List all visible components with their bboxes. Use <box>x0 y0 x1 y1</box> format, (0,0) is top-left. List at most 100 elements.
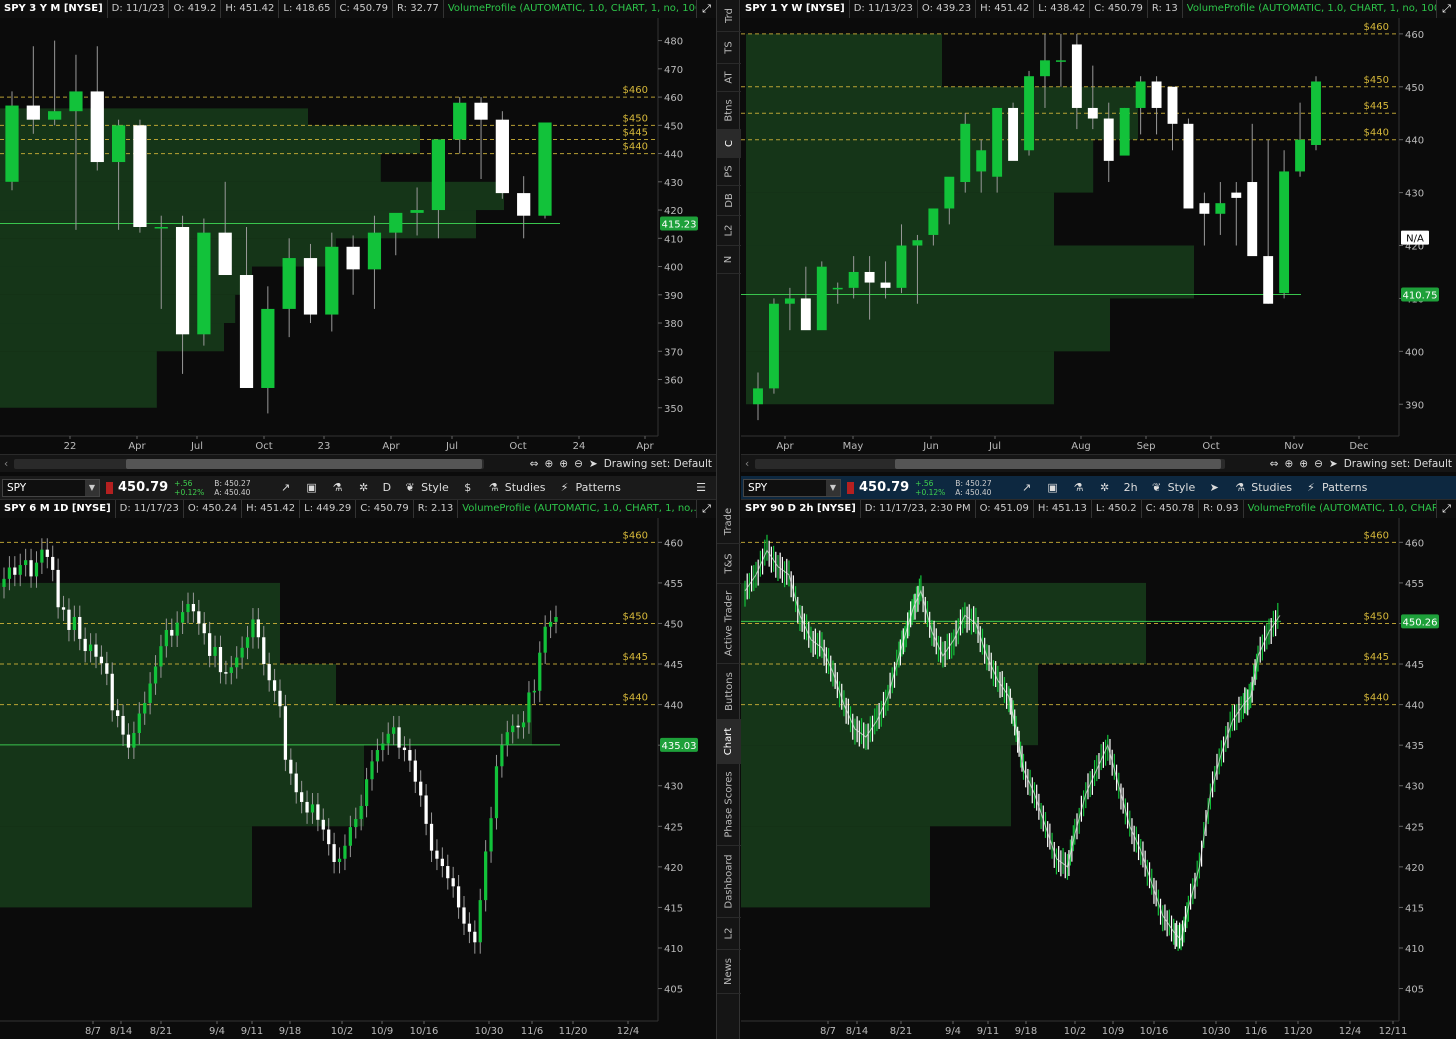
snapshot-button[interactable]: ▣ <box>1046 481 1060 494</box>
bar-high: H: 451.42 <box>221 0 280 18</box>
zoom-in-icon[interactable]: ⊕ <box>559 458 568 470</box>
drawing-set-label[interactable]: Drawing set: Default <box>1344 458 1452 470</box>
share-button[interactable]: ↗ <box>279 481 293 494</box>
flask-button[interactable]: ⚗ <box>1072 481 1086 494</box>
studies-button[interactable]: ⚗ Studies <box>487 481 546 494</box>
x-tick-label: 8/21 <box>890 1026 912 1037</box>
study-label[interactable]: VolumeProfile (AUTOMATIC, 1.0, CHART, 1,… <box>444 0 716 18</box>
side-tab-chart[interactable]: Chart <box>717 720 741 764</box>
chart-symbol-label[interactable]: SPY 1 Y W [NYSE] <box>741 0 850 18</box>
zoom-out-icon[interactable]: ⊖ <box>574 458 583 470</box>
candle-body <box>267 664 271 681</box>
candle-body <box>1183 123 1194 209</box>
pricing-button[interactable]: $ <box>461 481 475 494</box>
side-tab-dashboard[interactable]: Dashboard <box>717 846 741 918</box>
side-tab-trd[interactable]: Trd <box>717 0 741 32</box>
side-tab-l2[interactable]: L2 <box>717 216 741 246</box>
patterns-button[interactable]: ⚡ Patterns <box>1304 481 1367 494</box>
side-tab-c[interactable]: C <box>717 130 741 158</box>
style-button[interactable]: ❦ Style <box>1150 481 1195 494</box>
candle-body <box>132 732 136 748</box>
side-tab-at[interactable]: AT <box>717 64 741 92</box>
bar-low: L: 449.29 <box>300 500 357 518</box>
aggregation-button[interactable]: 2h <box>1124 481 1138 494</box>
y-tick-label: 440 <box>1405 136 1424 147</box>
x-tick-label: Aug <box>1071 441 1091 452</box>
chart-settings-icon[interactable]: ⤢ <box>1436 500 1456 518</box>
side-tab-level2[interactable]: L2 <box>717 918 741 950</box>
y-tick-label: 445 <box>1405 660 1424 671</box>
side-tab-db[interactable]: DB <box>717 186 741 216</box>
cursor-button[interactable]: ➤ <box>1207 481 1221 494</box>
chevron-down-icon[interactable]: ▼ <box>826 479 840 496</box>
crosshair-icon[interactable]: ⊕ <box>1284 458 1293 470</box>
menu-button[interactable]: ☰ <box>694 481 708 494</box>
side-tab-btns[interactable]: Btns <box>717 92 741 130</box>
chart-settings-icon[interactable]: ⤢ <box>1436 0 1456 18</box>
side-tab-ts[interactable]: TS <box>717 32 741 64</box>
aggregation-button[interactable]: D <box>383 481 391 494</box>
cursor-icon[interactable]: ➤ <box>1329 458 1338 470</box>
symbol-input[interactable]: SPY ▼ <box>2 478 100 497</box>
study-label[interactable]: VolumeProfile (AUTOMATIC, 1.0, CHART, 1,… <box>1183 0 1456 18</box>
chart-header: SPY 1 Y W [NYSE] D: 11/13/23 O: 439.23 H… <box>741 0 1456 18</box>
snapshot-button[interactable]: ▣ <box>305 481 319 494</box>
chart-canvas[interactable]: 4054104154204254304354404454504554608/78… <box>0 500 716 1039</box>
scrollbar-thumb[interactable] <box>895 459 1221 469</box>
settings-button[interactable]: ✲ <box>1098 481 1112 494</box>
chart-symbol-label[interactable]: SPY 3 Y M [NYSE] <box>0 0 108 18</box>
crosshair-icon[interactable]: ⊕ <box>544 458 553 470</box>
scroll-left-icon[interactable]: ‹ <box>745 458 749 470</box>
x-tick-label: 10/30 <box>475 1026 504 1037</box>
chart-pane-bottom-right[interactable]: 4054104154204254304354404454504554608/78… <box>741 500 1456 1039</box>
chart-symbol-label[interactable]: SPY 6 M 1D [NYSE] <box>0 500 116 518</box>
chevron-down-icon[interactable]: ▼ <box>85 479 99 496</box>
cursor-icon[interactable]: ➤ <box>589 458 598 470</box>
time-scrollbar[interactable] <box>755 459 1225 469</box>
chart-pane-top-left[interactable]: 350 360 370 380 390 400 410 420 430 440 450 460 470 4… <box>0 0 716 472</box>
settings-button[interactable]: ✲ <box>357 481 371 494</box>
patterns-button[interactable]: ⚡ Patterns <box>558 481 621 494</box>
zoom-in-icon[interactable]: ⊕ <box>1299 458 1308 470</box>
expand-icon[interactable]: ⇔ <box>1270 458 1279 470</box>
chart-canvas[interactable]: 390400410420430440450460AprMayJunJulAugS… <box>741 0 1456 472</box>
chart-pane-top-right[interactable]: 390400410420430440450460AprMayJunJulAugS… <box>741 0 1456 472</box>
share-button[interactable]: ↗ <box>1020 481 1034 494</box>
zoom-out-icon[interactable]: ⊖ <box>1314 458 1323 470</box>
scrollbar-thumb[interactable] <box>126 459 482 469</box>
study-label[interactable]: VolumeProfile (AUTOMATIC, 1.0, CHART, 1,… <box>458 500 707 518</box>
candle-body <box>251 619 255 638</box>
studies-button[interactable]: ⚗ Studies <box>1233 481 1292 494</box>
time-scrollbar[interactable] <box>14 459 484 469</box>
side-tab-news[interactable]: News <box>717 950 741 994</box>
side-tab-n[interactable]: N <box>717 246 741 274</box>
x-tick-label: Oct <box>509 441 526 452</box>
drawing-set-label[interactable]: Drawing set: Default <box>604 458 712 470</box>
tab-label: Buttons <box>723 672 735 711</box>
chart-pane-bottom-left[interactable]: 4054104154204254304354404454504554608/78… <box>0 500 716 1039</box>
price-level-label: $445 <box>623 652 648 663</box>
side-tab-phase-scores[interactable]: Phase Scores <box>717 764 741 846</box>
chart-settings-icon[interactable]: ⤢ <box>696 0 716 18</box>
x-tick-label: Apr <box>382 441 400 452</box>
side-tab-active-trader[interactable]: Active Trader <box>717 584 741 664</box>
study-label[interactable]: VolumeProfile (AUTOMATIC, 1.0, CHART,... <box>1244 500 1456 518</box>
chart-symbol-label[interactable]: SPY 90 D 2h [NYSE] <box>741 500 861 518</box>
style-button[interactable]: ❦ Style <box>403 481 448 494</box>
side-tab-time-sales[interactable]: T&S <box>717 544 741 584</box>
candle-body <box>218 646 223 673</box>
side-tab-trade[interactable]: Trade <box>717 500 741 544</box>
symbol-input[interactable]: SPY ▼ <box>743 478 841 497</box>
scroll-left-icon[interactable]: ‹ <box>4 458 8 470</box>
price-level-label: $450 <box>1364 75 1389 86</box>
chart-canvas[interactable]: 350 360 370 380 390 400 410 420 430 440 450 460 470 4… <box>0 0 716 472</box>
side-tab-ps[interactable]: PS <box>717 158 741 186</box>
chart-settings-icon[interactable]: ⤢ <box>696 500 716 518</box>
price-level-label: $445 <box>1364 652 1389 663</box>
candle-body <box>494 766 499 819</box>
flask-button[interactable]: ⚗ <box>331 481 345 494</box>
candle-body <box>239 275 254 388</box>
side-tab-buttons[interactable]: Buttons <box>717 664 741 720</box>
chart-canvas[interactable]: 4054104154204254304354404454504554608/78… <box>741 500 1456 1039</box>
expand-icon[interactable]: ⇔ <box>530 458 539 470</box>
